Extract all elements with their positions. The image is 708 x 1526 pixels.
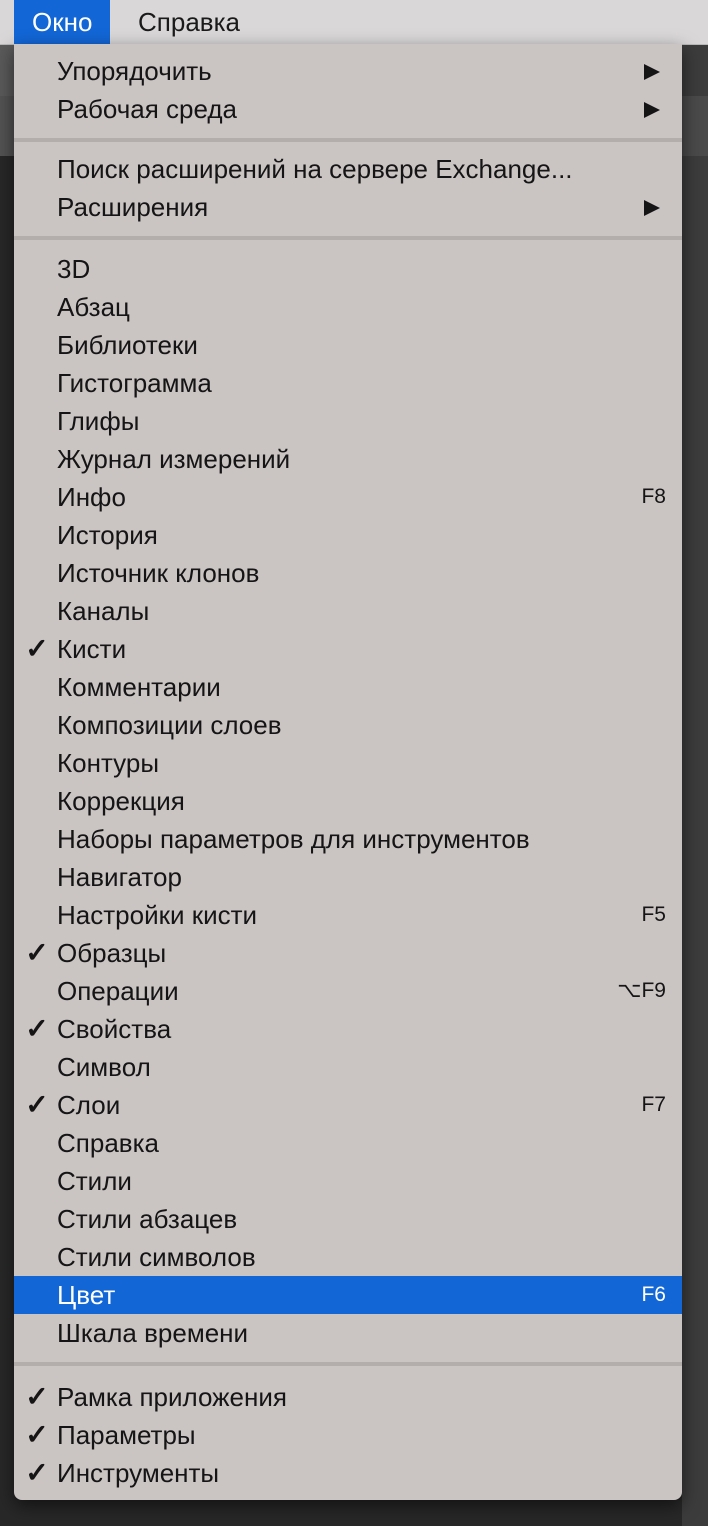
- menu-item-label: Источник клонов: [57, 558, 260, 588]
- menu-spravka[interactable]: Справка: [120, 0, 258, 44]
- menu-item[interactable]: ✓ Кисти: [14, 630, 682, 668]
- menu-item[interactable]: Операции ⌥F9: [14, 972, 682, 1010]
- checkmark-icon: ✓: [25, 1013, 49, 1044]
- menu-item-label: Образцы: [57, 938, 167, 968]
- menu-item-label: История: [57, 520, 158, 550]
- shortcut-label: ⌥F9: [617, 979, 666, 1002]
- menu-item-label: Коррекция: [57, 786, 185, 816]
- shortcut-label: F7: [641, 1093, 666, 1116]
- menu-item-label: Навигатор: [57, 862, 182, 892]
- menu-item[interactable]: Расширения: [14, 188, 682, 226]
- app-right-toolbar: [682, 96, 708, 156]
- menu-item[interactable]: Композиции слоев: [14, 706, 682, 744]
- menu-item-label: Свойства: [57, 1014, 172, 1044]
- checkmark-icon: ✓: [25, 633, 49, 664]
- menu-item-label: Инструменты: [57, 1458, 220, 1488]
- menu-bar: Окно Справка: [0, 0, 708, 45]
- menu-item[interactable]: Наборы параметров для инструментов: [14, 820, 682, 858]
- menu-item-label: Поиск расширений на сервере Exchange...: [57, 154, 573, 184]
- menu-item[interactable]: Комментарии: [14, 668, 682, 706]
- checkmark-icon: ✓: [25, 1089, 49, 1120]
- checkmark-icon: ✓: [25, 1381, 49, 1412]
- menu-item-label: Стили символов: [57, 1242, 256, 1272]
- shortcut-label: F8: [641, 485, 666, 508]
- menu-item[interactable]: Гистограмма: [14, 364, 682, 402]
- menu-item-label: Стили абзацев: [57, 1204, 238, 1234]
- menu-okno[interactable]: Окно: [14, 0, 111, 44]
- menu-item[interactable]: ✓ Свойства: [14, 1010, 682, 1048]
- menu-item[interactable]: ✓ Образцы: [14, 934, 682, 972]
- menu-item[interactable]: Цвет F6: [14, 1276, 682, 1314]
- menu-item[interactable]: Журнал измерений: [14, 440, 682, 478]
- menu-item[interactable]: Библиотеки: [14, 326, 682, 364]
- menu-item[interactable]: ✓ Слои F7: [14, 1086, 682, 1124]
- menu-item[interactable]: Стили символов: [14, 1238, 682, 1276]
- checkmark-icon: ✓: [25, 937, 49, 968]
- menu-item-label: Библиотеки: [57, 330, 198, 360]
- window-dropdown-menu: Упорядочить Рабочая среда Поиск расширений…: [14, 44, 682, 1500]
- menu-item-label: Шкала времени: [57, 1318, 249, 1348]
- menu-item-label: 3D: [57, 254, 91, 284]
- menu-item[interactable]: Стили: [14, 1162, 682, 1200]
- menu-item-label: Слои: [57, 1090, 121, 1120]
- menu-item-label: Кисти: [57, 634, 127, 664]
- menu-item[interactable]: Каналы: [14, 592, 682, 630]
- menu-item-label: Глифы: [57, 406, 140, 436]
- menu-item-label: Справка: [57, 1128, 159, 1158]
- app-right-panel: [682, 44, 708, 1526]
- menu-item-label: Журнал измерений: [57, 444, 291, 474]
- checkmark-icon: ✓: [25, 1419, 49, 1450]
- menu-item[interactable]: Поиск расширений на сервере Exchange...: [14, 150, 682, 188]
- menu-item[interactable]: Источник клонов: [14, 554, 682, 592]
- menu-item-label: Наборы параметров для инструментов: [57, 824, 530, 854]
- menu-item[interactable]: Стили абзацев: [14, 1200, 682, 1238]
- shortcut-label: F6: [641, 1283, 666, 1306]
- menu-item[interactable]: Символ: [14, 1048, 682, 1086]
- menu-item-label: Комментарии: [57, 672, 221, 702]
- menu-item-label: Настройки кисти: [57, 900, 258, 930]
- checkmark-icon: ✓: [25, 1457, 49, 1488]
- menu-item[interactable]: ✓ Инструменты: [14, 1454, 682, 1492]
- shortcut-label: F5: [641, 903, 666, 926]
- menu-item[interactable]: Рабочая среда: [14, 90, 682, 128]
- menu-item-label: Композиции слоев: [57, 710, 282, 740]
- menu-item[interactable]: Справка: [14, 1124, 682, 1162]
- menu-item[interactable]: Упорядочить: [14, 52, 682, 90]
- menu-item-label: Каналы: [57, 596, 150, 626]
- menu-item[interactable]: Шкала времени: [14, 1314, 682, 1352]
- menu-item[interactable]: Контуры: [14, 744, 682, 782]
- menu-item-label: Стили: [57, 1166, 132, 1196]
- menu-item-label: Операции: [57, 976, 179, 1006]
- submenu-arrow-icon: [644, 200, 660, 216]
- menu-item[interactable]: История: [14, 516, 682, 554]
- menu-item[interactable]: Абзац: [14, 288, 682, 326]
- menu-item[interactable]: 3D: [14, 250, 682, 288]
- menu-item-label: Контуры: [57, 748, 160, 778]
- menu-item[interactable]: ✓ Рамка приложения: [14, 1378, 682, 1416]
- menu-item-label: Символ: [57, 1052, 151, 1082]
- menu-item[interactable]: Настройки кисти F5: [14, 896, 682, 934]
- menu-item-label: Гистограмма: [57, 368, 212, 398]
- menu-item-label: Рабочая среда: [57, 94, 238, 124]
- menu-item[interactable]: Навигатор: [14, 858, 682, 896]
- submenu-arrow-icon: [644, 102, 660, 118]
- menu-item[interactable]: Коррекция: [14, 782, 682, 820]
- menu-item-label: Абзац: [57, 292, 130, 322]
- menu-item-label: Расширения: [57, 192, 209, 222]
- menu-item-label: Параметры: [57, 1420, 196, 1450]
- menu-item[interactable]: Глифы: [14, 402, 682, 440]
- menu-item-label: Инфо: [57, 482, 126, 512]
- menu-separator: [14, 236, 682, 240]
- menu-separator: [14, 138, 682, 142]
- menu-item-label: Цвет: [57, 1280, 116, 1310]
- menu-item-label: Упорядочить: [57, 56, 212, 86]
- menu-separator: [14, 1362, 682, 1366]
- menu-item[interactable]: Инфо F8: [14, 478, 682, 516]
- menu-item-label: Рамка приложения: [57, 1382, 287, 1412]
- submenu-arrow-icon: [644, 64, 660, 80]
- menu-item[interactable]: ✓ Параметры: [14, 1416, 682, 1454]
